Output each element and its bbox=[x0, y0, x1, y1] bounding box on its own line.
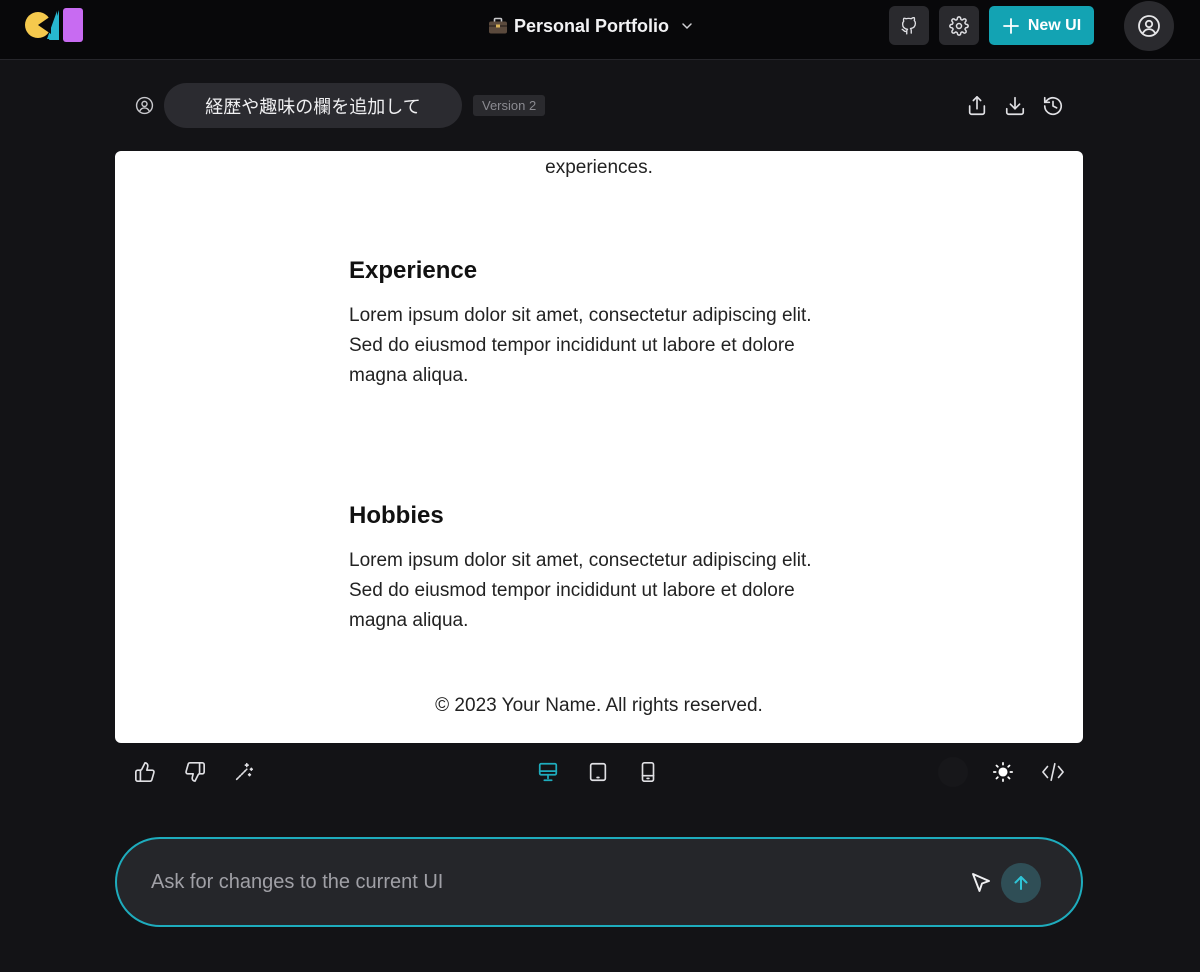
github-icon bbox=[900, 16, 918, 35]
desktop-icon[interactable] bbox=[537, 761, 559, 783]
arrow-up-icon bbox=[1011, 873, 1031, 893]
account-button[interactable] bbox=[1124, 1, 1174, 51]
chat-input[interactable] bbox=[151, 865, 911, 899]
version-badge[interactable]: Version 2 bbox=[473, 95, 546, 116]
chevron-down-icon bbox=[681, 20, 693, 32]
thumbs-down-icon[interactable] bbox=[184, 761, 206, 783]
new-ui-button[interactable]: New UI bbox=[989, 6, 1094, 45]
github-button[interactable] bbox=[889, 6, 929, 45]
hobbies-section: Hobbies Lorem ipsum dolor sit amet, cons… bbox=[349, 502, 829, 636]
history-icon[interactable] bbox=[1042, 95, 1064, 117]
plus-icon bbox=[1002, 17, 1020, 35]
briefcase-icon bbox=[488, 16, 508, 36]
new-ui-label: New UI bbox=[1027, 16, 1082, 34]
project-title: Personal Portfolio bbox=[514, 15, 670, 36]
prompt-bubble: 経歴や趣味の欄を追加して bbox=[164, 83, 462, 128]
top-bar: Personal Portfolio New UI bbox=[0, 0, 1200, 60]
chat-composer bbox=[115, 837, 1083, 927]
experience-heading: Experience bbox=[349, 257, 478, 284]
user-circle-icon bbox=[1137, 14, 1161, 38]
theme-indicator bbox=[938, 757, 968, 787]
share-icon[interactable] bbox=[966, 95, 988, 117]
cursor-select-icon[interactable] bbox=[969, 871, 993, 895]
experience-section: Experience Lorem ipsum dolor sit amet, c… bbox=[349, 257, 829, 391]
download-icon[interactable] bbox=[1004, 95, 1026, 117]
intro-text-tail: experiences. bbox=[545, 157, 653, 178]
footer-copyright: © 2023 Your Name. All rights reserved. bbox=[435, 695, 763, 716]
magic-wand-icon[interactable] bbox=[233, 761, 255, 783]
send-button[interactable] bbox=[1001, 863, 1041, 903]
thumbs-up-icon[interactable] bbox=[134, 761, 156, 783]
settings-button[interactable] bbox=[939, 6, 979, 45]
code-icon[interactable] bbox=[1041, 761, 1064, 783]
user-avatar-icon bbox=[135, 96, 154, 115]
sun-icon[interactable] bbox=[992, 761, 1014, 783]
ui-preview-frame: experiences. Experience Lorem ipsum dolo… bbox=[115, 151, 1083, 743]
hobbies-body: Lorem ipsum dolor sit amet, consectetur … bbox=[349, 550, 812, 631]
mobile-icon[interactable] bbox=[637, 761, 659, 783]
tablet-icon[interactable] bbox=[587, 761, 609, 783]
hobbies-heading: Hobbies bbox=[349, 502, 444, 529]
app-logo[interactable] bbox=[23, 8, 85, 42]
project-switcher[interactable]: Personal Portfolio bbox=[488, 12, 693, 40]
experience-body: Lorem ipsum dolor sit amet, consectetur … bbox=[349, 305, 812, 386]
gear-icon bbox=[949, 15, 969, 36]
